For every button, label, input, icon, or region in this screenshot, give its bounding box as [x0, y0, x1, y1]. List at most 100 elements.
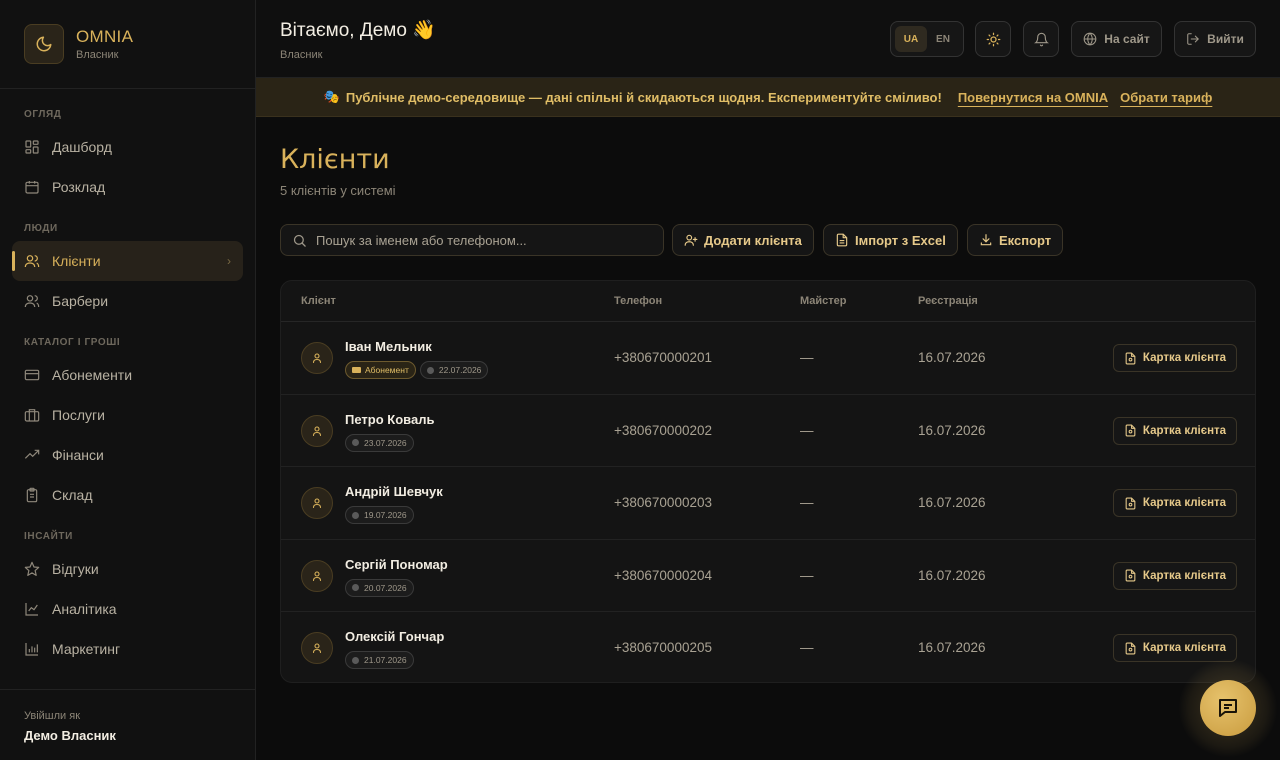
client-badges: Абонемент 22.07.2026 [345, 361, 489, 379]
sidebar-item-finance[interactable]: Фінанси [0, 435, 255, 475]
sidebar-item-barbers[interactable]: Барбери [0, 281, 255, 321]
date-badge-label: 19.07.2026 [364, 510, 407, 520]
sidebar-item-label: Послуги [52, 407, 105, 423]
subscription-badge: Абонемент [345, 361, 416, 379]
sidebar-item-label: Аналітика [52, 601, 117, 617]
date-badge-label: 20.07.2026 [364, 582, 407, 593]
sidebar-item-warehouse[interactable]: Склад [0, 475, 255, 515]
client-master: — [800, 422, 814, 438]
sidebar-item-clients[interactable]: Клієнти › [12, 241, 243, 281]
go-to-site-button[interactable]: На сайт [1071, 21, 1162, 57]
client-name[interactable]: Петро Коваль [345, 412, 434, 427]
user-card-icon [1124, 569, 1137, 582]
user-icon [301, 414, 333, 447]
client-phone: +380670000201 [614, 350, 712, 365]
nav-section-overview: ОГЛЯД [24, 109, 62, 120]
export-button[interactable]: Експорт [967, 224, 1064, 256]
client-name[interactable]: Андрій Шевчук [345, 484, 443, 499]
user-icon [301, 342, 333, 374]
page-title: Клієнти [280, 144, 390, 175]
export-label: Експорт [999, 232, 1052, 248]
brand-role: Власник [76, 49, 119, 61]
table-row[interactable]: Іван Мельник Абонемент 22.07.2026 +38067000… [281, 322, 1255, 395]
chevron-right-icon: › [227, 254, 231, 268]
sun-icon [986, 32, 1001, 47]
user-card-icon [1124, 424, 1137, 437]
table-row[interactable]: Сергій Пономар 20.07.2026 +380670000204 — 16… [281, 540, 1255, 612]
client-registered: 16.07.2026 [918, 640, 986, 655]
brand[interactable]: OMNIA Власник [0, 0, 255, 89]
card-icon [24, 367, 40, 383]
user-icon [301, 487, 333, 519]
sidebar-item-label: Фінанси [52, 447, 104, 463]
star-icon [24, 561, 40, 577]
client-registered: 16.07.2026 [918, 422, 986, 438]
user-card-icon [1124, 642, 1137, 655]
sidebar-item-label: Маркетинг [52, 641, 121, 657]
sidebar-item-label: Абонементи [52, 367, 133, 383]
moon-icon [24, 24, 64, 64]
client-card-label: Картка клієнта [1142, 497, 1227, 509]
search-icon [292, 233, 307, 248]
search-input[interactable] [316, 232, 646, 248]
client-badges: 23.07.2026 [345, 433, 414, 452]
lang-en-button[interactable]: EN [927, 26, 959, 52]
sidebar-item-label: Розклад [52, 179, 106, 195]
add-client-button[interactable]: Додати клієнта [672, 224, 814, 256]
client-phone: +380670000205 [614, 640, 712, 655]
column-phone: Телефон [614, 295, 663, 307]
client-name[interactable]: Олексій Гончар [345, 629, 444, 644]
sidebar-item-marketing[interactable]: Маркетинг [0, 629, 255, 669]
client-registered: 16.07.2026 [918, 567, 986, 583]
client-badges: 19.07.2026 [345, 506, 414, 524]
client-phone: +380670000203 [614, 495, 712, 510]
sidebar-item-dashboard[interactable]: Дашборд [0, 127, 255, 167]
notifications-button[interactable] [1023, 21, 1059, 57]
client-card-button[interactable]: Картка клієнта [1113, 561, 1237, 590]
sidebar-item-services[interactable]: Послуги [0, 395, 255, 435]
clock-icon [352, 584, 359, 591]
subscription-label: Абонемент [365, 365, 409, 375]
users-icon [24, 293, 40, 309]
sidebar-item-subscriptions[interactable]: Абонементи [0, 355, 255, 395]
table-header: Клієнт Телефон Майстер Реєстрація [281, 281, 1255, 322]
client-card-label: Картка клієнта [1142, 642, 1227, 654]
client-master: — [800, 567, 814, 583]
sidebar-item-analytics[interactable]: Аналітика [0, 589, 255, 629]
table-row[interactable]: Олексій Гончар 21.07.2026 +380670000205 — 16… [281, 612, 1255, 682]
client-registered: 16.07.2026 [918, 350, 986, 365]
client-card-button[interactable]: Картка клієнта [1113, 489, 1237, 517]
logout-button[interactable]: Вийти [1174, 21, 1256, 57]
current-user-label: Увійшли як [24, 710, 81, 722]
logout-label: Вийти [1207, 32, 1244, 46]
choose-plan-link[interactable]: Обрати тариф [1120, 90, 1212, 105]
sidebar-item-label: Клієнти [52, 253, 101, 269]
client-name[interactable]: Сергій Пономар [345, 557, 448, 572]
masks-emoji: 🎭 [323, 89, 340, 104]
lang-ua-button[interactable]: UA [895, 26, 927, 52]
calendar-icon [24, 179, 40, 195]
table-row[interactable]: Андрій Шевчук 19.07.2026 +380670000203 — 16.… [281, 467, 1255, 540]
import-excel-button[interactable]: Імпорт з Excel [823, 224, 958, 256]
greeting-role: Власник [280, 49, 323, 61]
nav-section-insights: ІНСАЙТИ [24, 531, 73, 542]
chat-button[interactable] [1200, 680, 1256, 736]
client-card-button[interactable]: Картка клієнта [1113, 416, 1237, 445]
date-badge-label: 22.07.2026 [438, 365, 482, 375]
theme-toggle-button[interactable] [975, 21, 1011, 57]
page-subtitle: 5 клієнтів у системі [280, 183, 396, 198]
sidebar-item-schedule[interactable]: Розклад [0, 167, 255, 207]
client-card-button[interactable]: Картка клієнта [1113, 344, 1237, 372]
table-row[interactable]: Петро Коваль 23.07.2026 +380670000202 — 16.0… [281, 395, 1255, 467]
client-name[interactable]: Іван Мельник [345, 339, 432, 354]
user-card-icon [1124, 497, 1137, 510]
client-phone: +380670000204 [614, 567, 712, 583]
user-card-icon [1124, 352, 1137, 365]
sidebar-item-reviews[interactable]: Відгуки [0, 549, 255, 589]
users-icon [24, 253, 40, 269]
date-badge: 22.07.2026 [419, 361, 489, 379]
back-to-omnia-link[interactable]: Повернутися на OMNIA [958, 90, 1108, 105]
sidebar-item-label: Склад [52, 487, 93, 503]
sidebar-nav: ОГЛЯД Дашборд Розклад ЛЮДИ Клієнти › Бар… [0, 89, 255, 669]
file-icon [835, 233, 849, 247]
